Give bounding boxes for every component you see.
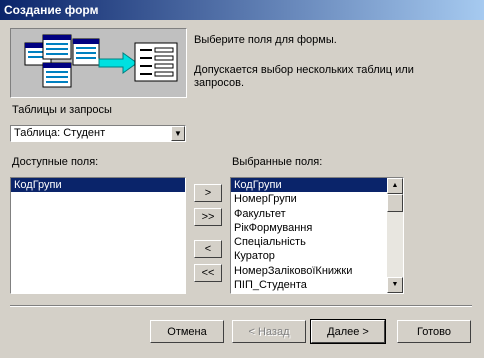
back-button[interactable]: < Назад (232, 320, 306, 343)
footer-separator (10, 305, 472, 307)
next-button[interactable]: Далее > (310, 319, 386, 344)
chosen-fields-scrollbar[interactable]: ▲ ▼ (387, 178, 403, 293)
window-title: Создание форм (4, 3, 99, 17)
list-item[interactable]: Куратор (231, 249, 387, 263)
remove-field-button[interactable]: < (194, 240, 222, 258)
intro-line-1: Выберите поля для формы. (194, 34, 337, 46)
chosen-fields-label: Выбранные поля: (232, 156, 323, 168)
scroll-thumb[interactable] (387, 194, 403, 212)
tables-to-form-icon (24, 34, 178, 88)
scroll-up-icon[interactable]: ▲ (387, 178, 403, 194)
available-fields-label: Доступные поля: (12, 156, 99, 168)
list-item[interactable]: Спеціальність (231, 235, 387, 249)
tables-label: Таблицы и запросы (12, 104, 112, 116)
add-all-fields-button[interactable]: >> (194, 208, 222, 226)
intro-line-2: Допускается выбор нескольких таблиц или … (194, 64, 414, 89)
cancel-button[interactable]: Отмена (150, 320, 224, 343)
list-item[interactable]: ПІП_Студента (231, 278, 387, 292)
list-item[interactable]: НомерГрупи (231, 192, 387, 206)
add-field-button[interactable]: > (194, 184, 222, 202)
list-item[interactable]: Факультет (231, 207, 387, 221)
wizard-illustration (10, 28, 187, 98)
list-item[interactable]: РікФормування (231, 221, 387, 235)
available-fields-list[interactable]: КодГрупи (10, 177, 186, 294)
finish-button[interactable]: Готово (397, 320, 471, 343)
list-item[interactable]: КодГрупи (11, 178, 185, 193)
chosen-fields-list[interactable]: КодГрупи НомерГрупи Факультет РікФормування… (230, 177, 404, 294)
scroll-down-icon[interactable]: ▼ (387, 277, 403, 293)
title-bar[interactable]: Создание форм (0, 0, 484, 20)
create-form-wizard-window: Создание форм Выберите поля для формы. Д… (0, 0, 484, 358)
tables-combobox[interactable]: Таблица: Студент ▼ (10, 125, 186, 142)
chevron-down-icon[interactable]: ▼ (171, 126, 185, 141)
list-item[interactable]: КодГрупи (231, 178, 387, 193)
tables-selected-value: Таблица: Студент (14, 127, 106, 139)
list-item[interactable]: НомерЗаліковоїКнижки (231, 264, 387, 278)
remove-all-fields-button[interactable]: << (194, 264, 222, 282)
